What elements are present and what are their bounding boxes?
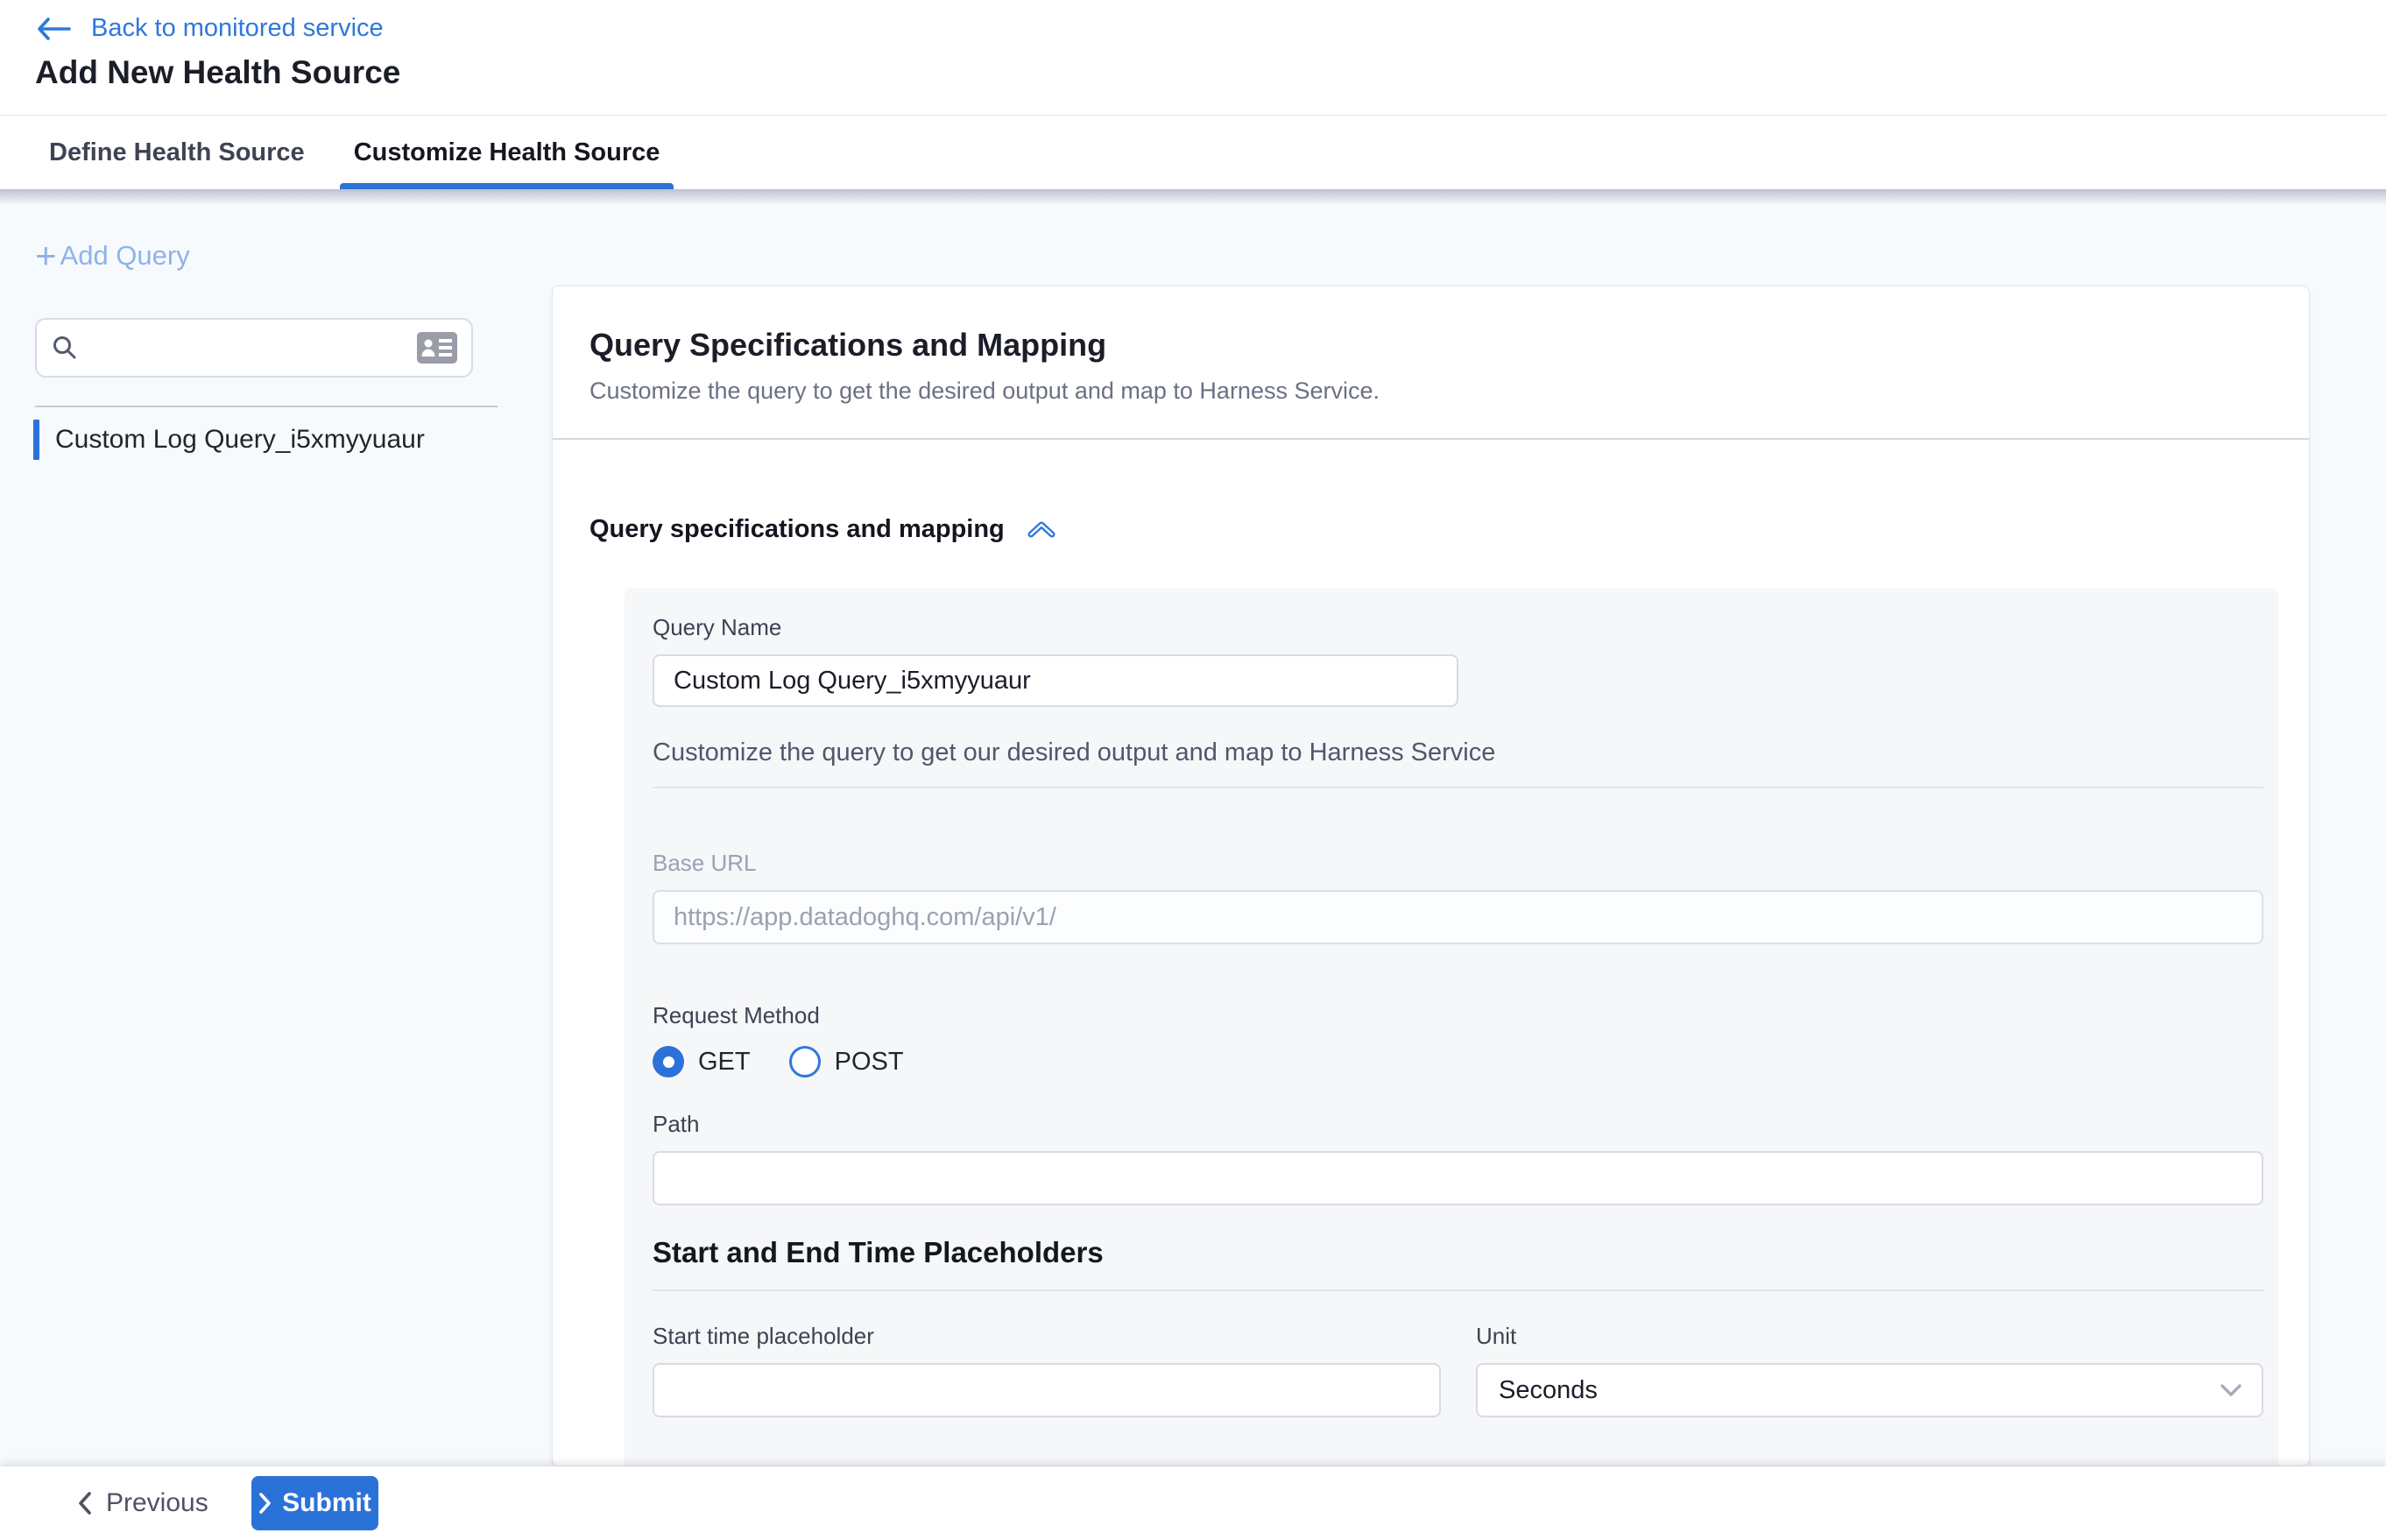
chevron-down-icon [2220, 1383, 2242, 1397]
tab-label: Customize Health Source [354, 138, 660, 167]
base-url-label: Base URL [653, 850, 2263, 876]
radio-get[interactable] [653, 1046, 684, 1077]
tab-customize-health-source[interactable]: Customize Health Source [340, 116, 674, 189]
query-name-input[interactable] [653, 654, 1458, 707]
query-item-label: Custom Log Query_i5xmyyuaur [55, 425, 425, 455]
chevron-left-icon [77, 1491, 92, 1515]
search-icon [51, 334, 79, 362]
footer-bar: Previous Submit [0, 1466, 2386, 1540]
chevron-right-icon [258, 1492, 272, 1515]
sidebar-divider [35, 406, 498, 407]
start-time-input[interactable] [653, 1363, 1441, 1417]
placeholders-heading: Start and End Time Placeholders [653, 1235, 2263, 1270]
chevron-up-icon [1027, 519, 1055, 540]
content-area: + Add Query Custom Log Query_i5xmyyuaur … [0, 189, 2386, 1540]
page-header: Back to monitored service Add New Health… [0, 0, 2386, 116]
query-spec-card: Query Specifications and Mapping Customi… [552, 286, 2310, 1466]
panel-divider [653, 1289, 2263, 1291]
list-view-icon[interactable] [417, 332, 457, 364]
query-name-label: Query Name [653, 614, 2263, 640]
unit-select[interactable]: Seconds [1476, 1363, 2263, 1417]
card-title: Query Specifications and Mapping [589, 327, 2272, 364]
path-label: Path [653, 1111, 2263, 1137]
tab-define-health-source[interactable]: Define Health Source [35, 116, 319, 189]
section-toggle[interactable]: Query specifications and mapping [589, 515, 2309, 544]
tab-bar: Define Health Source Customize Health So… [0, 116, 2386, 189]
query-form-panel: Query Name Customize the query to get ou… [625, 588, 2278, 1466]
add-query-button[interactable]: + Add Query [35, 240, 190, 272]
radio-get-label[interactable]: GET [698, 1048, 751, 1077]
back-link[interactable]: Back to monitored service [35, 14, 384, 43]
card-subtitle: Customize the query to get the desired o… [589, 378, 2272, 405]
query-helper-text: Customize the query to get our desired o… [653, 738, 2263, 767]
radio-dot [663, 1056, 674, 1068]
request-method-label: Request Method [653, 1002, 2263, 1028]
unit-select-value: Seconds [1499, 1376, 1598, 1405]
radio-post[interactable] [789, 1046, 821, 1077]
panel-divider [653, 787, 2263, 788]
previous-button[interactable]: Previous [77, 1488, 208, 1518]
previous-label: Previous [106, 1488, 208, 1518]
query-list-item[interactable]: Custom Log Query_i5xmyyuaur [33, 419, 489, 461]
base-url-input[interactable] [653, 890, 2263, 944]
selected-indicator [33, 420, 39, 460]
search-input[interactable] [91, 334, 417, 362]
page-title: Add New Health Source [35, 54, 400, 91]
add-query-label: Add Query [60, 240, 190, 272]
back-link-label: Back to monitored service [91, 14, 384, 43]
unit-label: Unit [1476, 1323, 2263, 1349]
section-toggle-label: Query specifications and mapping [589, 515, 1005, 544]
radio-post-label[interactable]: POST [835, 1048, 904, 1077]
card-divider [553, 438, 2309, 440]
tab-label: Define Health Source [49, 138, 305, 167]
query-search-box [35, 318, 473, 378]
request-method-radio-group: GET POST [653, 1046, 2263, 1077]
plus-icon: + [35, 243, 57, 269]
submit-button[interactable]: Submit [251, 1476, 378, 1530]
active-tab-indicator [340, 183, 674, 189]
start-time-label: Start time placeholder [653, 1323, 1441, 1349]
path-input[interactable] [653, 1151, 2263, 1205]
submit-label: Submit [282, 1488, 371, 1518]
back-arrow-icon [35, 16, 74, 42]
